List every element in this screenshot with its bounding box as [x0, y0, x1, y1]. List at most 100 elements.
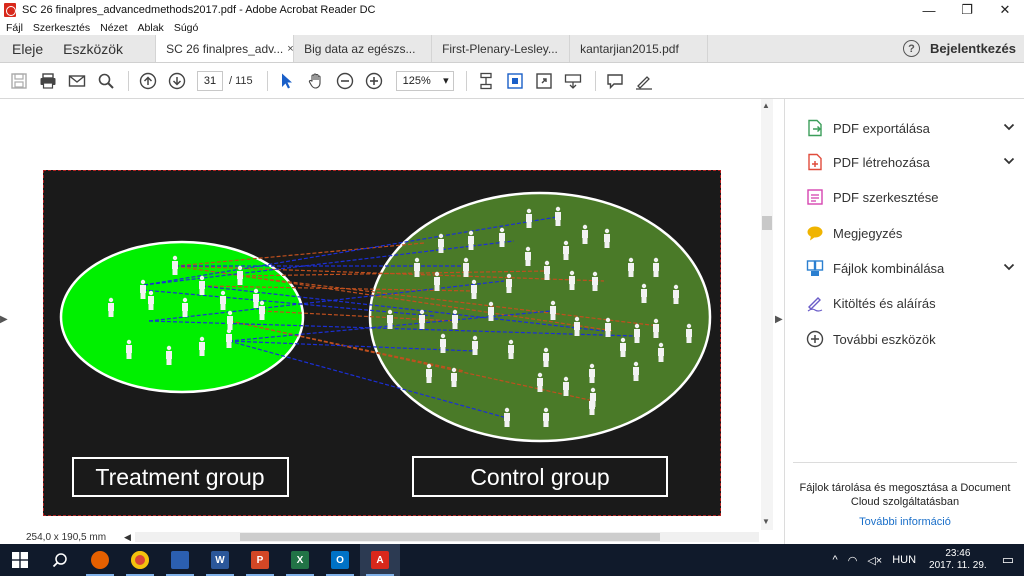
tool-item[interactable]: PDF létrehozása [805, 150, 1015, 174]
minimize-button[interactable]: — [910, 0, 948, 20]
chevron-up-icon[interactable]: ^ [833, 554, 838, 566]
menu-window[interactable]: Ablak [138, 22, 164, 34]
title-bar: SC 26 finalpres_advancedmethods2017.pdf … [0, 0, 1024, 20]
vertical-scroll-thumb[interactable] [762, 216, 772, 230]
language-indicator[interactable]: HUN [892, 554, 916, 566]
chevron-down-icon[interactable] [1003, 156, 1015, 168]
comment-icon [805, 223, 825, 243]
tab-home[interactable]: Eleje [2, 35, 53, 62]
doc-tab-3[interactable]: First-Plenary-Lesley... [431, 35, 569, 62]
page-dimensions: 254,0 x 190,5 mm [26, 531, 107, 543]
clock[interactable]: 23:46 2017. 11. 29. [929, 548, 987, 572]
toolbar-separator [465, 70, 467, 91]
tool-label: Kitöltés és aláírás [833, 295, 936, 311]
maximize-button[interactable]: ❐ [948, 0, 986, 20]
chrome-icon[interactable] [120, 544, 160, 576]
treatment-label: Treatment group [95, 464, 264, 490]
page-total: / 115 [229, 74, 253, 87]
document-cloud-text: Fájlok tárolása és megosztása a Document… [799, 482, 1011, 508]
scroll-mode-icon[interactable] [473, 68, 499, 94]
doc-tab-2[interactable]: Big data az egészs... [293, 35, 431, 62]
scroll-left-icon[interactable]: ◀ [124, 532, 131, 543]
left-pane-toggle-icon[interactable]: ▶ [0, 314, 8, 325]
zoom-in-icon[interactable] [361, 68, 387, 94]
zoom-out-icon[interactable] [332, 68, 358, 94]
save-app-icon[interactable] [160, 544, 200, 576]
tool-item[interactable]: További eszközök [805, 327, 1015, 351]
doc-tab-1[interactable]: SC 26 finalpres_adv... × [155, 35, 294, 62]
excel-icon[interactable]: X [280, 544, 320, 576]
chevron-down-icon: ▾ [443, 75, 449, 87]
pdf-slide: Treatment group Control group [43, 170, 721, 516]
outlook-icon[interactable]: O [320, 544, 360, 576]
tool-item[interactable]: Kitöltés és aláírás [805, 291, 1015, 315]
horizontal-scroll-thumb[interactable] [239, 533, 660, 541]
taskbar-search-icon[interactable] [40, 544, 80, 576]
next-page-icon[interactable] [164, 68, 190, 94]
menu-edit[interactable]: Szerkesztés [33, 22, 90, 34]
sign-in-button[interactable]: Bejelentkezés [930, 41, 1016, 56]
tool-item[interactable]: Fájlok kombinálása [805, 256, 1015, 280]
close-button[interactable]: ✕ [986, 0, 1024, 20]
more-info-link[interactable]: További információ [797, 516, 1013, 528]
chevron-down-icon[interactable] [1003, 122, 1015, 134]
mail-icon[interactable] [64, 68, 90, 94]
menu-file[interactable]: Fájl [6, 22, 23, 34]
combine-files-icon [805, 258, 825, 278]
acrobat-taskbar-icon[interactable]: A [360, 544, 400, 576]
taskbar: W P X O A ^ ◠ ◁× HUN 23:46 2017. 11. 29.… [0, 544, 1024, 576]
horizontal-scrollbar[interactable] [134, 532, 759, 542]
save-icon[interactable] [6, 68, 32, 94]
word-icon[interactable]: W [200, 544, 240, 576]
hand-tool-icon[interactable] [303, 68, 329, 94]
toolbar-separator [128, 70, 129, 91]
full-screen-icon[interactable] [531, 68, 557, 94]
comment-icon[interactable] [602, 68, 628, 94]
tab-tools[interactable]: Eszközök [53, 35, 133, 62]
help-icon[interactable]: ? [903, 40, 920, 57]
scroll-up-icon[interactable]: ▲ [762, 101, 770, 110]
scroll-down-icon[interactable]: ▼ [762, 517, 770, 526]
fit-page-icon[interactable] [502, 68, 528, 94]
doc-tab-label: SC 26 finalpres_adv... [166, 41, 284, 56]
doc-tab-label: kantarjian2015.pdf [580, 41, 679, 56]
print-icon[interactable] [35, 68, 61, 94]
acrobat-app-icon [4, 3, 16, 17]
system-tray: ^ ◠ ◁× HUN 23:46 2017. 11. 29. ▭ [828, 544, 1024, 576]
tool-item[interactable]: PDF szerkesztése [805, 185, 1015, 209]
toolbar: 31 / 115 125% ▾ [0, 63, 1024, 99]
tool-item[interactable]: PDF exportálása [805, 116, 1015, 140]
menu-view[interactable]: Nézet [100, 22, 127, 34]
firefox-icon[interactable] [80, 544, 120, 576]
wifi-icon[interactable]: ◠ [848, 554, 858, 567]
tool-label: További eszközök [833, 331, 936, 347]
keyboard-icon[interactable] [560, 68, 586, 94]
tools-pane: PDF exportálása PDF létrehozása PDF szerke… [784, 99, 1024, 544]
menu-help[interactable]: Súgó [174, 22, 199, 34]
export-pdf-icon [805, 118, 825, 138]
zoom-select[interactable]: 125% ▾ [395, 70, 454, 91]
zoom-value: 125% [402, 74, 431, 87]
highlight-pen-icon[interactable] [631, 68, 657, 94]
more-tools-icon [805, 329, 825, 349]
tool-label: Megjegyzés [833, 225, 903, 241]
powerpoint-icon[interactable]: P [240, 544, 280, 576]
tab-bar: Eleje Eszközök SC 26 finalpres_adv... × … [0, 35, 1024, 63]
tool-item[interactable]: Megjegyzés [805, 221, 1015, 245]
search-icon[interactable] [93, 68, 119, 94]
create-pdf-icon [805, 152, 825, 172]
page-number-input[interactable]: 31 [197, 70, 223, 91]
pane-divider [793, 462, 1017, 463]
tool-label: Fájlok kombinálása [833, 260, 945, 276]
clock-time: 23:46 [945, 548, 971, 559]
previous-page-icon[interactable] [135, 68, 161, 94]
doc-tab-4[interactable]: kantarjian2015.pdf [569, 35, 707, 62]
toolbar-separator [266, 70, 268, 91]
volume-muted-icon[interactable]: ◁× [867, 554, 882, 567]
select-cursor-icon[interactable] [274, 68, 300, 94]
chevron-down-icon[interactable] [1003, 262, 1015, 274]
notification-icon[interactable]: ▭ [1002, 552, 1014, 568]
vertical-scrollbar[interactable]: ▲ ▼ [761, 99, 773, 530]
start-button[interactable] [0, 544, 40, 576]
right-pane-toggle-icon[interactable]: ▶ [775, 314, 783, 325]
